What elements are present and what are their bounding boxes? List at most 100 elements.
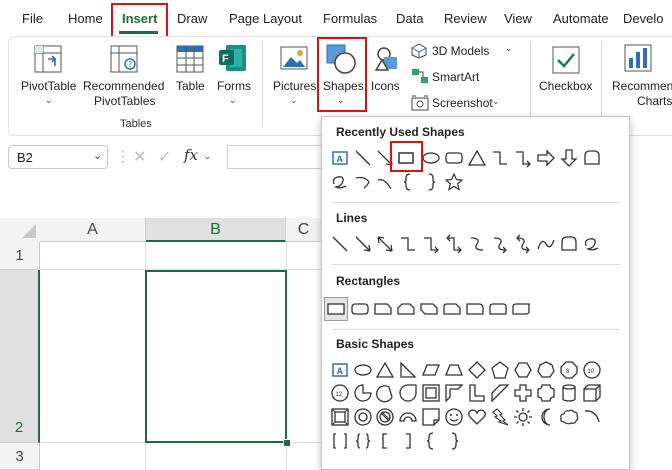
scribble-shape-icon[interactable] (582, 234, 602, 254)
round-diagonal-corner-rectangle-shape-icon[interactable] (511, 299, 531, 319)
3d-models-chevron-icon[interactable]: ⌄ (505, 43, 513, 54)
pivot-table-icon[interactable] (34, 45, 62, 76)
cancel-formula-icon[interactable]: ✕ (133, 147, 146, 167)
forms-chevron-icon[interactable]: ⌄ (229, 95, 237, 106)
recommended-pivot-label-1[interactable]: Recommended (83, 79, 164, 93)
rectangle-shape-selected[interactable] (324, 297, 348, 321)
snip-and-round-corner-rectangle-shape-icon[interactable] (442, 299, 462, 319)
table-icon[interactable] (176, 45, 204, 76)
isosceles-triangle-shape-icon[interactable] (375, 360, 395, 380)
name-box[interactable]: B2 ⌄ (8, 145, 108, 169)
freeform-scribble-shape-icon[interactable] (330, 172, 350, 192)
smartart-label[interactable]: SmartArt (432, 70, 479, 84)
insert-function-icon[interactable]: fx (184, 146, 198, 164)
diamond-shape-icon[interactable] (467, 360, 487, 380)
no-symbol-shape-icon[interactable] (375, 407, 395, 427)
moon-shape-icon[interactable] (536, 407, 556, 427)
plaque-shape-icon[interactable] (536, 383, 556, 403)
right-arrow-shape-icon[interactable] (536, 148, 556, 168)
select-all-corner[interactable] (0, 218, 40, 242)
rounded-rectangle-shape-icon[interactable] (444, 148, 464, 168)
enter-formula-icon[interactable]: ✓ (158, 147, 171, 167)
octagon-shape-icon[interactable]: 8 (559, 360, 579, 380)
recommended-charts-icon[interactable] (624, 44, 652, 75)
icons-label[interactable]: Icons (371, 79, 400, 93)
tab-formulas[interactable]: Formulas (323, 11, 377, 26)
text-box-shape-icon[interactable]: A (330, 360, 350, 380)
smartart-icon[interactable] (411, 68, 429, 87)
teardrop-shape-icon[interactable] (398, 383, 418, 403)
column-header-b[interactable]: B (146, 218, 286, 242)
donut-shape-icon[interactable] (353, 407, 373, 427)
can-shape-icon[interactable] (559, 383, 579, 403)
arrow-line-shape-icon[interactable] (353, 234, 373, 254)
forms-label[interactable]: Forms (217, 79, 251, 93)
tab-home[interactable]: Home (68, 11, 103, 26)
row-header-2[interactable]: 2 (0, 270, 40, 443)
column-header-a[interactable]: A (40, 218, 146, 242)
down-arrow-shape-icon[interactable] (559, 148, 579, 168)
icons-icon[interactable] (374, 46, 400, 75)
line-shape-icon[interactable] (353, 148, 373, 168)
curved-connector-shape-icon[interactable] (467, 234, 487, 254)
fill-handle[interactable] (283, 439, 291, 447)
elbow-connector-shape-icon[interactable] (490, 148, 510, 168)
parallelogram-shape-icon[interactable] (421, 360, 441, 380)
recommended-pivot-label-2[interactable]: PivotTables (94, 94, 155, 108)
sun-shape-icon[interactable] (513, 407, 533, 427)
right-brace-shape-icon[interactable] (444, 431, 464, 451)
round-same-side-corner-rectangle-shape-icon[interactable] (488, 299, 508, 319)
lightning-bolt-shape-icon[interactable] (490, 407, 510, 427)
line-shape-icon[interactable] (330, 234, 350, 254)
formula-input[interactable] (227, 145, 321, 169)
elbow-arrow-connector-shape-icon[interactable] (421, 234, 441, 254)
frame-shape-icon[interactable] (421, 383, 441, 403)
left-bracket-shape-icon[interactable] (375, 431, 395, 451)
checkbox-label[interactable]: Checkbox (539, 79, 592, 93)
tab-developer[interactable]: Develo (623, 11, 663, 26)
heart-shape-icon[interactable] (467, 407, 487, 427)
left-brace-shape-icon[interactable] (421, 431, 441, 451)
pictures-icon[interactable] (280, 46, 308, 73)
elbow-double-arrow-connector-shape-icon[interactable] (444, 234, 464, 254)
pie-shape-icon[interactable] (353, 383, 373, 403)
arc-shape-icon[interactable] (582, 407, 602, 427)
snip-single-corner-rectangle-shape-icon[interactable] (373, 299, 393, 319)
oval-shape-icon[interactable] (353, 360, 373, 380)
left-brace-shape-icon[interactable] (398, 172, 418, 192)
hexagon-shape-icon[interactable] (513, 360, 533, 380)
tab-draw[interactable]: Draw (177, 11, 207, 26)
row-header-3[interactable]: 3 (0, 443, 40, 470)
right-bracket-shape-icon[interactable] (398, 431, 418, 451)
snip-same-side-corner-rectangle-shape-icon[interactable] (396, 299, 416, 319)
elbow-connector-shape-icon[interactable] (398, 234, 418, 254)
oval-shape-icon[interactable] (421, 148, 441, 168)
rounded-rectangle-shape-icon[interactable] (350, 299, 370, 319)
right-triangle-shape-icon[interactable] (398, 360, 418, 380)
triangle-shape-icon[interactable] (467, 148, 487, 168)
3d-models-label[interactable]: 3D Models (432, 44, 489, 58)
l-shape-icon[interactable] (467, 383, 487, 403)
star-shape-icon[interactable] (444, 172, 464, 192)
double-bracket-shape-icon[interactable] (330, 431, 350, 451)
tab-automate[interactable]: Automate (553, 11, 609, 26)
block-arc-shape-icon[interactable] (398, 407, 418, 427)
column-header-c[interactable]: C (286, 218, 322, 242)
forms-icon[interactable]: F (218, 43, 248, 76)
arc-shape-icon[interactable] (375, 172, 395, 192)
recommended-pivot-tables-icon[interactable]: ? (110, 45, 138, 76)
curved-arrow-connector-shape-icon[interactable] (490, 234, 510, 254)
tab-review[interactable]: Review (444, 11, 487, 26)
double-arrow-line-shape-icon[interactable] (375, 234, 395, 254)
pivot-table-label[interactable]: PivotTable (21, 79, 76, 93)
checkbox-icon[interactable] (552, 46, 580, 77)
tab-view[interactable]: View (504, 11, 532, 26)
trapezoid-shape-icon[interactable] (444, 360, 464, 380)
3d-models-icon[interactable] (411, 43, 427, 62)
heptagon-shape-icon[interactable] (536, 360, 556, 380)
screenshot-chevron-icon[interactable]: ⌄ (492, 96, 500, 107)
elbow-arrow-connector-shape-icon[interactable] (513, 148, 533, 168)
recommended-charts-label-1[interactable]: Recommen (612, 79, 672, 93)
curved-double-arrow-connector-shape-icon[interactable] (513, 234, 533, 254)
fx-chevron-icon[interactable]: ⌄ (204, 151, 212, 162)
